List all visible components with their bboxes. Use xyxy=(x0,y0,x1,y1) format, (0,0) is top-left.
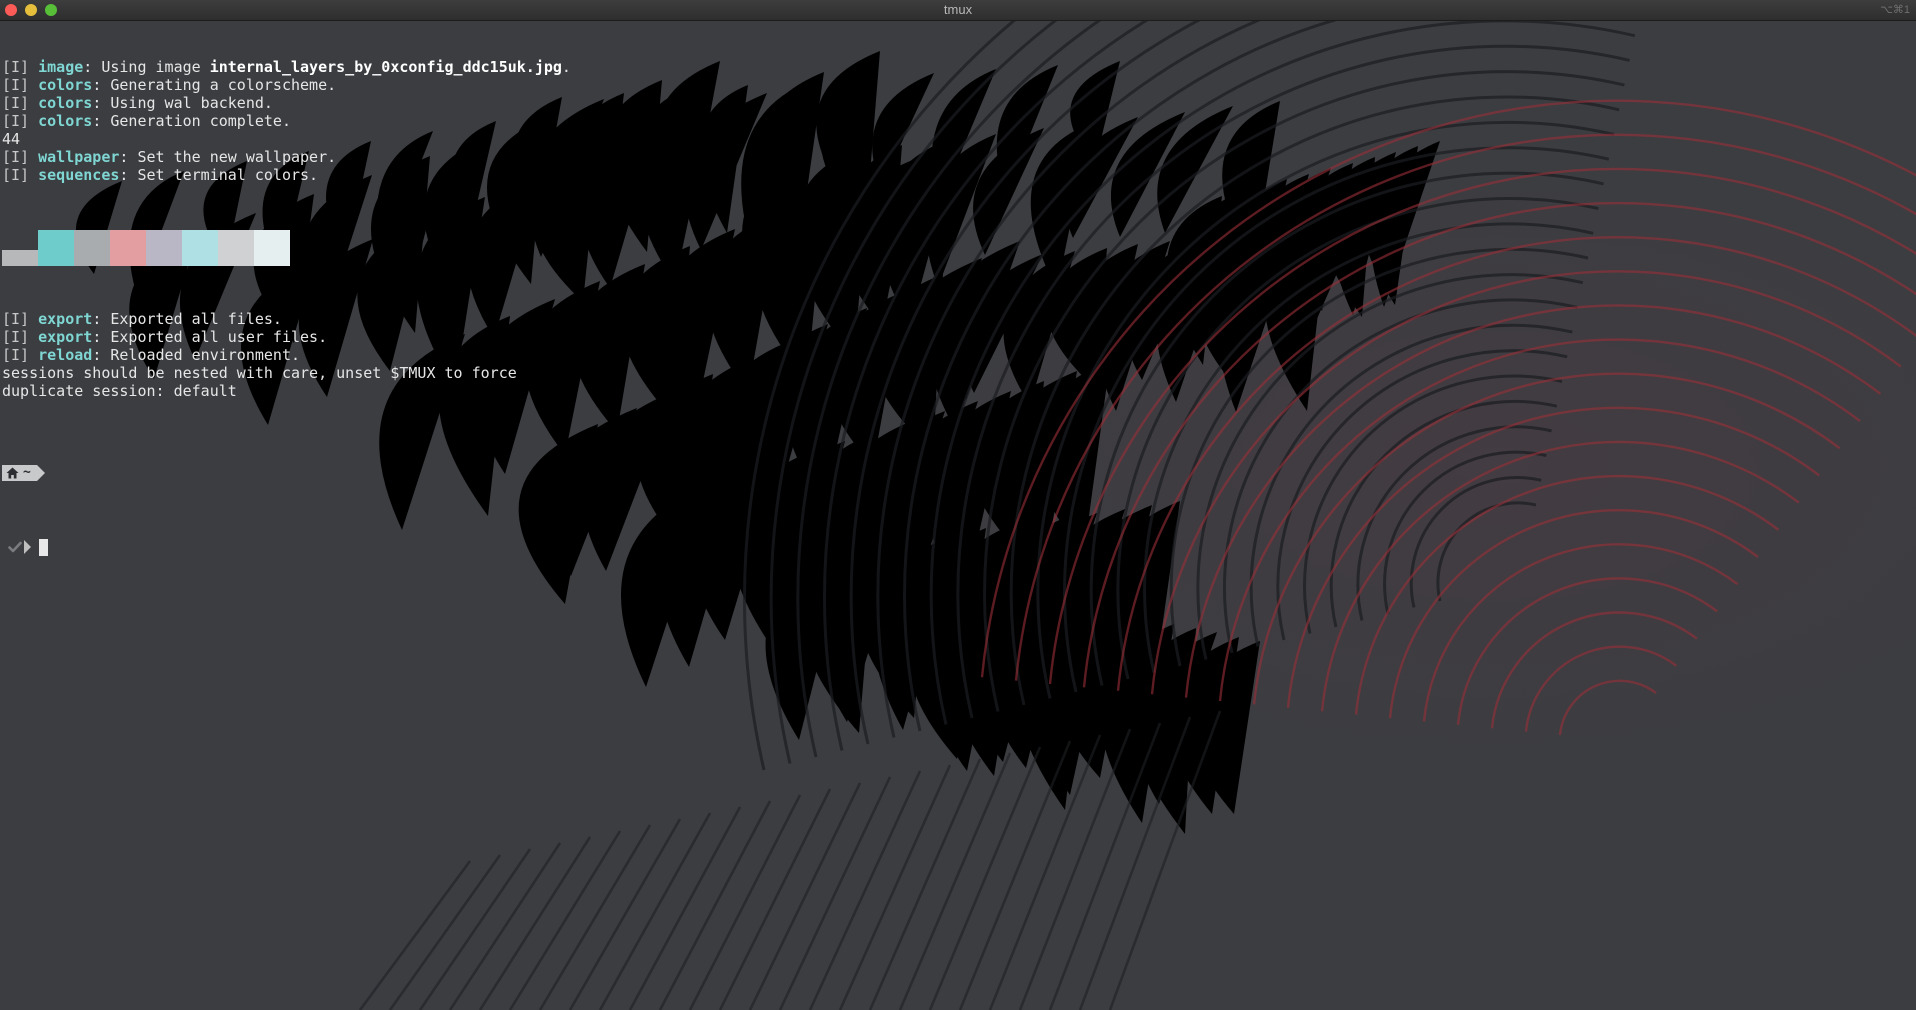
terminal-output[interactable]: [I] image: Using image internal_layers_b… xyxy=(2,22,571,592)
prompt-segment-row: ~ xyxy=(2,464,571,482)
log-text: duplicate session: default xyxy=(2,382,237,400)
log-level-tag: [I] xyxy=(2,310,30,328)
terminal-line: [I] image: Using image internal_layers_b… xyxy=(2,58,571,76)
prompt-path-segment: ~ xyxy=(2,465,37,481)
log-level-tag: [I] xyxy=(2,328,30,346)
log-module: export xyxy=(38,328,93,346)
pywal-log-top: [I] image: Using image internal_layers_b… xyxy=(2,58,571,184)
log-message: : Reloaded environment. xyxy=(92,346,301,364)
terminal-line: [I] colors: Generating a colorscheme. xyxy=(2,76,571,94)
log-module: colors xyxy=(38,94,93,112)
prompt-separator-arrow xyxy=(36,465,45,481)
log-message: : Generation complete. xyxy=(92,112,291,130)
window-shortcut: ⌥⌘1 xyxy=(1880,4,1910,16)
log-module: colors xyxy=(38,112,93,130)
log-message: : Using image xyxy=(83,58,210,76)
palette-swatch xyxy=(74,230,110,266)
log-module: sequences xyxy=(38,166,120,184)
log-level-tag: [I] xyxy=(2,58,30,76)
palette-swatch xyxy=(146,230,182,266)
log-module: colors xyxy=(38,76,93,94)
log-level-tag: [I] xyxy=(2,166,30,184)
terminal-line: [I] sequences: Set terminal colors. xyxy=(2,166,571,184)
terminal-line: [I] export: Exported all user files. xyxy=(2,328,571,346)
palette-swatch xyxy=(110,230,146,266)
terminal-line: 44 xyxy=(2,130,571,148)
palette-swatch xyxy=(254,230,290,266)
log-level-tag: [I] xyxy=(2,112,30,130)
color-palette xyxy=(2,230,571,266)
home-icon xyxy=(6,467,19,479)
input-prompt-arrow xyxy=(24,540,31,554)
terminal-line: sessions should be nested with care, uns… xyxy=(2,364,571,382)
log-message: : Exported all files. xyxy=(92,310,282,328)
command-input-row[interactable] xyxy=(2,538,571,556)
log-message: : Set terminal colors. xyxy=(119,166,319,184)
terminal-window: tmux ⌥⌘1 [I] image: Using image internal… xyxy=(0,0,1916,1010)
log-message: : Generating a colorscheme. xyxy=(92,76,337,94)
palette-swatch xyxy=(218,230,254,266)
terminal-line: duplicate session: default xyxy=(2,382,571,400)
log-tail: . xyxy=(561,58,571,76)
log-module: wallpaper xyxy=(38,148,120,166)
terminal-line: [I] reload: Reloaded environment. xyxy=(2,346,571,364)
log-module: image xyxy=(38,58,84,76)
terminal-cursor[interactable] xyxy=(39,538,48,556)
log-level-tag: [I] xyxy=(2,76,30,94)
palette-swatch xyxy=(38,230,74,266)
palette-swatch xyxy=(182,230,218,266)
log-message: : Using wal backend. xyxy=(92,94,273,112)
log-module: reload xyxy=(38,346,93,364)
log-filename: internal_layers_by_0xconfig_ddc15uk.jpg xyxy=(209,58,562,76)
palette-swatch xyxy=(2,250,38,266)
log-message: : Exported all user files. xyxy=(92,328,328,346)
log-text: 44 xyxy=(2,130,21,148)
log-message: : Set the new wallpaper. xyxy=(119,148,337,166)
terminal-line: [I] wallpaper: Set the new wallpaper. xyxy=(2,148,571,166)
terminal-line: [I] colors: Generation complete. xyxy=(2,112,571,130)
checkmark-icon xyxy=(8,541,22,553)
window-title: tmux xyxy=(943,2,973,17)
terminal-line: [I] colors: Using wal backend. xyxy=(2,94,571,112)
log-module: export xyxy=(38,310,93,328)
log-text: sessions should be nested with care, uns… xyxy=(2,364,517,382)
terminal-line: [I] export: Exported all files. xyxy=(2,310,571,328)
log-level-tag: [I] xyxy=(2,346,30,364)
log-level-tag: [I] xyxy=(2,148,30,166)
pywal-log-bottom: [I] export: Exported all files. [I] expor… xyxy=(2,310,571,400)
log-level-tag: [I] xyxy=(2,94,30,112)
title-bar: tmux ⌥⌘1 xyxy=(0,0,1916,21)
prompt-path: ~ xyxy=(23,465,31,480)
